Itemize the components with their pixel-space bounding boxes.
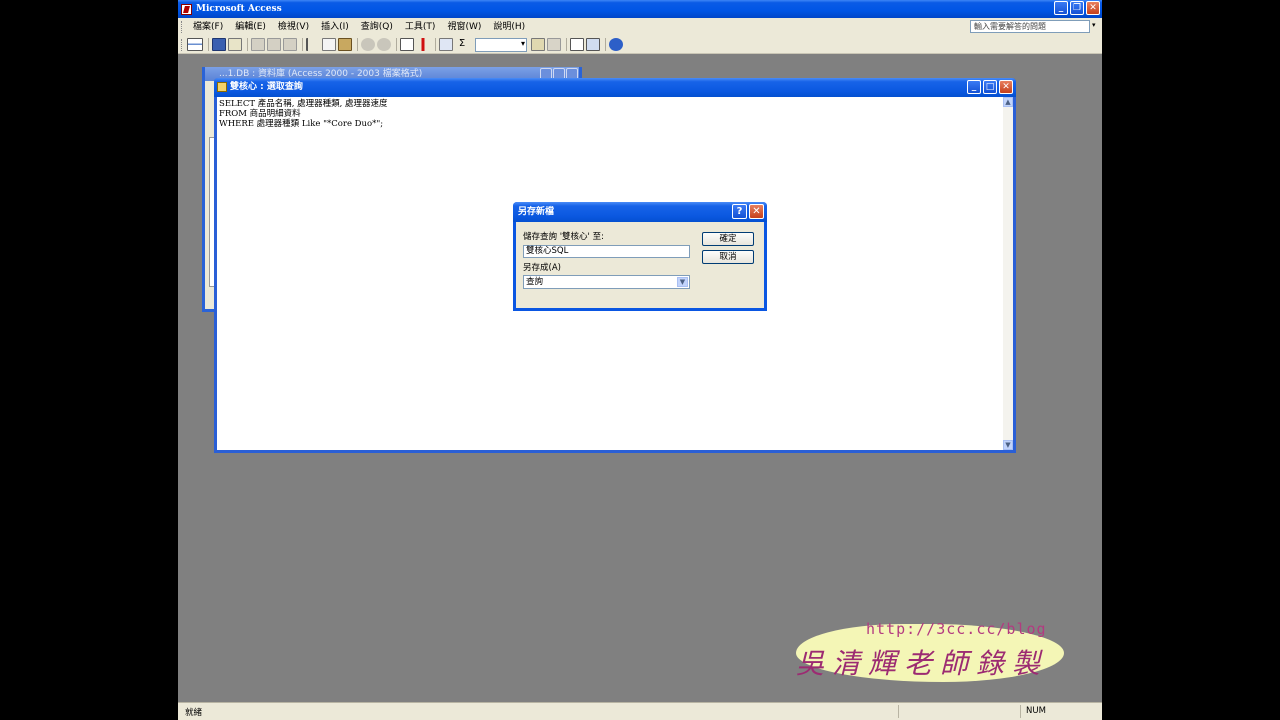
access-logo-icon[interactable] <box>181 3 192 15</box>
build-icon[interactable] <box>547 38 561 51</box>
caption-buttons: _ ❐ ✕ <box>1054 1 1100 15</box>
totals-icon[interactable]: Σ <box>455 38 469 51</box>
query-icon <box>217 82 227 92</box>
close-button[interactable]: ✕ <box>1086 1 1100 15</box>
paste-icon[interactable] <box>338 38 352 51</box>
sql-line: SELECT 產品名稱, 處理器種類, 處理器速度 <box>219 99 388 109</box>
menu-insert[interactable]: 插入(I) <box>315 19 355 35</box>
spellcheck-icon[interactable] <box>283 38 297 51</box>
watermark-url: http://3cc.cc/blog <box>866 620 1047 638</box>
toolbar-separator <box>357 38 358 51</box>
dialog-title-buttons: ? ✕ <box>732 204 764 219</box>
menu-window[interactable]: 視窗(W) <box>441 19 487 35</box>
menu-file[interactable]: 檔案(F) <box>187 19 229 35</box>
toolbar-separator <box>435 38 436 51</box>
sql-maximize-button[interactable]: □ <box>983 80 997 94</box>
sql-close-button[interactable]: ✕ <box>999 80 1013 94</box>
dialog-close-button[interactable]: ✕ <box>749 204 764 219</box>
toolbar-separator <box>605 38 606 51</box>
toolbar-separator <box>566 38 567 51</box>
menu-view[interactable]: 檢視(V) <box>272 19 315 35</box>
restore-button[interactable]: ❐ <box>1070 1 1084 15</box>
watermark-name: 吳清輝老師錄製 <box>796 647 1049 680</box>
top-values-combo[interactable] <box>475 37 527 52</box>
toolbar-separator <box>208 38 209 51</box>
status-panel <box>898 705 1018 718</box>
save-as-type-select[interactable]: 查詢 ▼ <box>523 275 690 289</box>
sql-line: WHERE 處理器種類 Like "*Core Duo*"; <box>219 119 384 129</box>
menu-query[interactable]: 查詢(Q) <box>355 19 399 35</box>
sql-window-title-bar[interactable]: 雙核心 : 選取查詢 _ □ ✕ <box>214 78 1016 97</box>
access-app-window: Microsoft Access _ ❐ ✕ 檔案(F) 編輯(E) 檢視(V)… <box>178 0 1102 720</box>
status-bar: 就緒 NUM <box>178 702 1102 720</box>
sql-minimize-button[interactable]: _ <box>967 80 981 94</box>
num-lock-indicator: NUM <box>1026 706 1046 716</box>
redo-icon[interactable] <box>377 38 391 51</box>
cut-icon[interactable] <box>306 38 320 51</box>
menu-bar: 檔案(F) 編輯(E) 檢視(V) 插入(I) 查詢(Q) 工具(T) 視窗(W… <box>178 18 1102 36</box>
new-object-icon[interactable] <box>586 38 600 51</box>
cancel-button[interactable]: 取消 <box>702 250 754 264</box>
query-name-input[interactable]: 雙核心SQL <box>523 245 690 258</box>
sql-window-title: 雙核心 : 選取查詢 <box>230 82 303 92</box>
dialog-title: 另存新檔 <box>518 207 555 217</box>
minimize-button[interactable]: _ <box>1054 1 1068 15</box>
app-title-bar[interactable]: Microsoft Access _ ❐ ✕ <box>178 0 1102 18</box>
dialog-body: 儲存查詢 '雙核心' 至: 雙核心SQL 另存成(A) 查詢 ▼ 確定 取消 <box>516 222 764 308</box>
save-icon[interactable] <box>212 38 226 51</box>
menu-tools[interactable]: 工具(T) <box>399 19 442 35</box>
run-icon[interactable] <box>416 38 430 51</box>
toolbar-grip-icon[interactable] <box>181 38 184 51</box>
chevron-down-icon[interactable]: ▼ <box>677 277 688 287</box>
dialog-help-button[interactable]: ? <box>732 204 747 219</box>
save-as-type-value: 查詢 <box>526 277 544 287</box>
save-query-label: 儲存查詢 '雙核心' 至: <box>523 232 604 242</box>
database-window-icon[interactable] <box>570 38 584 51</box>
copy-icon[interactable] <box>322 38 336 51</box>
help-icon[interactable] <box>609 38 623 51</box>
show-table-icon[interactable] <box>439 38 453 51</box>
query-toolbar: Σ <box>178 36 1102 54</box>
sql-vertical-scrollbar[interactable]: ▲ ▼ <box>1003 97 1013 450</box>
menu-grip-icon[interactable] <box>181 21 184 33</box>
menu-edit[interactable]: 編輯(E) <box>229 19 272 35</box>
menu-help[interactable]: 說明(H) <box>487 19 531 35</box>
toolbar-separator <box>302 38 303 51</box>
view-icon[interactable] <box>187 38 203 51</box>
scroll-down-icon[interactable]: ▼ <box>1003 440 1013 450</box>
search-file-icon[interactable] <box>228 38 242 51</box>
app-title: Microsoft Access <box>196 4 282 14</box>
toolbar-separator <box>396 38 397 51</box>
help-dropdown-icon[interactable]: ▾ <box>1092 21 1096 29</box>
status-text: 就緒 <box>185 708 203 718</box>
print-icon[interactable] <box>251 38 265 51</box>
sql-window-buttons: _ □ ✕ <box>967 80 1013 94</box>
undo-icon[interactable] <box>361 38 375 51</box>
watermark: http://3cc.cc/blog 吳清輝老師錄製 <box>796 620 1066 690</box>
properties-icon[interactable] <box>531 38 545 51</box>
help-question-input[interactable]: 輸入需要解答的問題 <box>970 20 1090 33</box>
query-type-icon[interactable] <box>400 38 414 51</box>
print-preview-icon[interactable] <box>267 38 281 51</box>
mdi-client-area: ...1.DB : 資料庫 (Access 2000 - 2003 檔案格式) … <box>178 55 1102 700</box>
ok-button[interactable]: 確定 <box>702 232 754 246</box>
dialog-title-bar[interactable]: 另存新檔 ? ✕ <box>513 202 767 222</box>
toolbar-separator <box>247 38 248 51</box>
save-as-dialog: 另存新檔 ? ✕ 儲存查詢 '雙核心' 至: 雙核心SQL 另存成(A) 查詢 … <box>513 202 767 311</box>
save-as-type-label: 另存成(A) <box>523 263 561 273</box>
scroll-up-icon[interactable]: ▲ <box>1003 97 1013 107</box>
sql-line: FROM 商品明細資料 <box>219 109 301 119</box>
